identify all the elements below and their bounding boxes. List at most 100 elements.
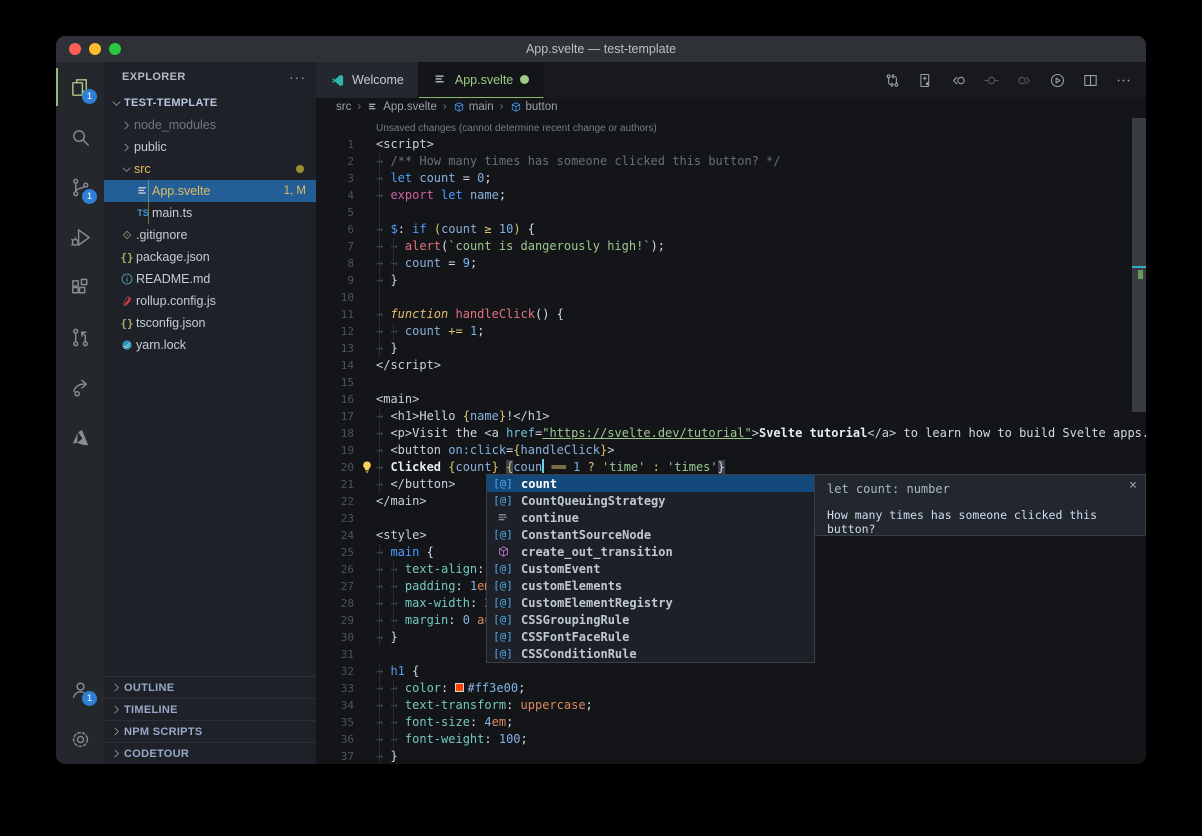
section-codetour[interactable]: CODETOUR: [104, 742, 316, 764]
tree-item-package-json[interactable]: {}package.json: [104, 246, 316, 268]
activity-item-extensions[interactable]: [56, 262, 104, 312]
vscode-icon: [330, 73, 345, 88]
code-line-14[interactable]: 14</script>: [316, 357, 1146, 374]
run-button[interactable]: [1049, 72, 1066, 89]
suggest-item-count[interactable]: [@]count: [487, 475, 814, 492]
gitignore-icon: [118, 228, 136, 242]
line-number: 14: [316, 357, 354, 374]
suggest-item-create_out_transition[interactable]: create_out_transition: [487, 543, 814, 560]
code-line-15[interactable]: 15: [316, 374, 1146, 391]
activity-item-explorer[interactable]: 1: [56, 62, 104, 112]
code-line-17[interactable]: 17→ <h1>Hello {name}!</h1>: [316, 408, 1146, 425]
tree-item-yarn-lock[interactable]: yarn.lock: [104, 334, 316, 356]
code-line-7[interactable]: 7→ → alert(`count is dangerously high!`)…: [316, 238, 1146, 255]
current-change-button[interactable]: [983, 72, 1000, 89]
suggest-item-countqueuingstrategy[interactable]: [@]CountQueuingStrategy: [487, 492, 814, 509]
editor-scrollbar[interactable]: [1132, 116, 1146, 764]
suggest-item-continue[interactable]: continue: [487, 509, 814, 526]
more-actions-button[interactable]: [1115, 72, 1132, 89]
code-editor[interactable]: Unsaved changes (cannot determine recent…: [316, 116, 1146, 764]
activity-item-run-and-debug[interactable]: [56, 212, 104, 262]
suggest-item-customelements[interactable]: [@]customElements: [487, 577, 814, 594]
next-change-button[interactable]: [1016, 72, 1033, 89]
code-line-8[interactable]: 8→ → count = 9;: [316, 255, 1146, 272]
tree-item-readme-md[interactable]: README.md: [104, 268, 316, 290]
file-lines-icon: [367, 101, 379, 113]
code-line-3[interactable]: 3→ let count = 0;: [316, 170, 1146, 187]
suggest-item-cssgroupingrule[interactable]: [@]CSSGroupingRule: [487, 611, 814, 628]
tab-label: App.svelte: [455, 73, 513, 87]
code-line-2[interactable]: 2→ /** How many times has someone clicke…: [316, 153, 1146, 170]
open-changes-with-file-button[interactable]: [917, 72, 934, 89]
code-line-6[interactable]: 6→ $: if (count ≥ 10) {: [316, 221, 1146, 238]
activity-item-azure[interactable]: [56, 412, 104, 462]
code-line-12[interactable]: 12→ → count += 1;: [316, 323, 1146, 340]
code-line-37[interactable]: 37→ }: [316, 748, 1146, 764]
section-npm-scripts[interactable]: NPM SCRIPTS: [104, 720, 316, 742]
tree-root-folder[interactable]: TEST-TEMPLATE: [104, 92, 316, 114]
code-line-5[interactable]: 5: [316, 204, 1146, 221]
tree-item-app-svelte[interactable]: App.svelte1, M: [104, 180, 316, 202]
tree-item-main-ts[interactable]: TSmain.ts: [104, 202, 316, 224]
suggest-item-cssfontfacerule[interactable]: [@]CSSFontFaceRule: [487, 628, 814, 645]
explorer-more-actions[interactable]: ···: [289, 69, 306, 85]
tree-item-tsconfig-json[interactable]: {}tsconfig.json: [104, 312, 316, 334]
split-editor-button[interactable]: [1082, 72, 1099, 89]
close-window-button[interactable]: [69, 43, 81, 55]
scrollbar-thumb[interactable]: [1132, 118, 1146, 412]
code-line-36[interactable]: 36→ → font-weight: 100;: [316, 731, 1146, 748]
pull-request-icon: [69, 326, 92, 349]
activity-item-pull-requests[interactable]: [56, 312, 104, 362]
codelens[interactable]: Unsaved changes (cannot determine recent…: [316, 116, 1146, 136]
activity-item-source-control[interactable]: 1: [56, 162, 104, 212]
code-line-9[interactable]: 9→ }: [316, 272, 1146, 289]
tree-item-node-modules[interactable]: node_modules: [104, 114, 316, 136]
tree-item-public[interactable]: public: [104, 136, 316, 158]
lightbulb-icon[interactable]: [360, 460, 374, 474]
tree-item-src[interactable]: src: [104, 158, 316, 180]
section-timeline[interactable]: TIMELINE: [104, 698, 316, 720]
previous-change-button[interactable]: [950, 72, 967, 89]
activity-item-live-share[interactable]: [56, 362, 104, 412]
minimize-window-button[interactable]: [89, 43, 101, 55]
line-number: 5: [316, 204, 354, 221]
code-line-4[interactable]: 4→ export let name;: [316, 187, 1146, 204]
suggest-item-customelementregistry[interactable]: [@]CustomElementRegistry: [487, 594, 814, 611]
section-outline[interactable]: OUTLINE: [104, 676, 316, 698]
suggest-item-constantsourcenode[interactable]: [@]ConstantSourceNode: [487, 526, 814, 543]
suggest-item-cssconditionrule[interactable]: [@]CSSConditionRule: [487, 645, 814, 662]
tree-item-rollup-config-js[interactable]: rollup.config.js: [104, 290, 316, 312]
breadcrumb-main[interactable]: main: [453, 101, 494, 113]
code-line-32[interactable]: 32→ h1 {: [316, 663, 1146, 680]
suggest-item-customevent[interactable]: [@]CustomEvent: [487, 560, 814, 577]
activity-item-accounts[interactable]: 1: [56, 664, 104, 714]
close-icon[interactable]: ×: [1129, 478, 1137, 493]
code-line-19[interactable]: 19→ <button on:click={handleClick}>: [316, 442, 1146, 459]
code-line-13[interactable]: 13→ }: [316, 340, 1146, 357]
line-number: 22: [316, 493, 354, 510]
tab-app-svelte[interactable]: App.svelte: [419, 62, 544, 98]
code-line-16[interactable]: 16<main>: [316, 391, 1146, 408]
activity-item-settings[interactable]: [56, 714, 104, 764]
code-line-33[interactable]: 33→ → color: #ff3e00;: [316, 680, 1146, 697]
tree-item--gitignore[interactable]: .gitignore: [104, 224, 316, 246]
tab-welcome[interactable]: Welcome: [316, 62, 419, 98]
color-swatch[interactable]: [455, 683, 464, 692]
activity-item-search[interactable]: [56, 112, 104, 162]
code-line-35[interactable]: 35→ → font-size: 4em;: [316, 714, 1146, 731]
chevron-right-icon: [108, 703, 124, 716]
open-changes-button[interactable]: [884, 72, 901, 89]
code-line-10[interactable]: 10: [316, 289, 1146, 306]
indent-guide: [379, 153, 380, 357]
code-line-11[interactable]: 11→ function handleClick() {: [316, 306, 1146, 323]
breadcrumb-button[interactable]: button: [510, 101, 558, 113]
line-number: 31: [316, 646, 354, 663]
breadcrumb-app-svelte[interactable]: App.svelte: [367, 101, 437, 113]
code-line-18[interactable]: 18→ <p>Visit the <a href="https://svelte…: [316, 425, 1146, 442]
line-number: 4: [316, 187, 354, 204]
suggest-doc-text: How many times has someone clicked this …: [827, 508, 1135, 536]
code-line-1[interactable]: 1<script>: [316, 136, 1146, 153]
breadcrumb-src[interactable]: src: [336, 101, 351, 113]
zoom-window-button[interactable]: [109, 43, 121, 55]
code-line-34[interactable]: 34→ → text-transform: uppercase;: [316, 697, 1146, 714]
